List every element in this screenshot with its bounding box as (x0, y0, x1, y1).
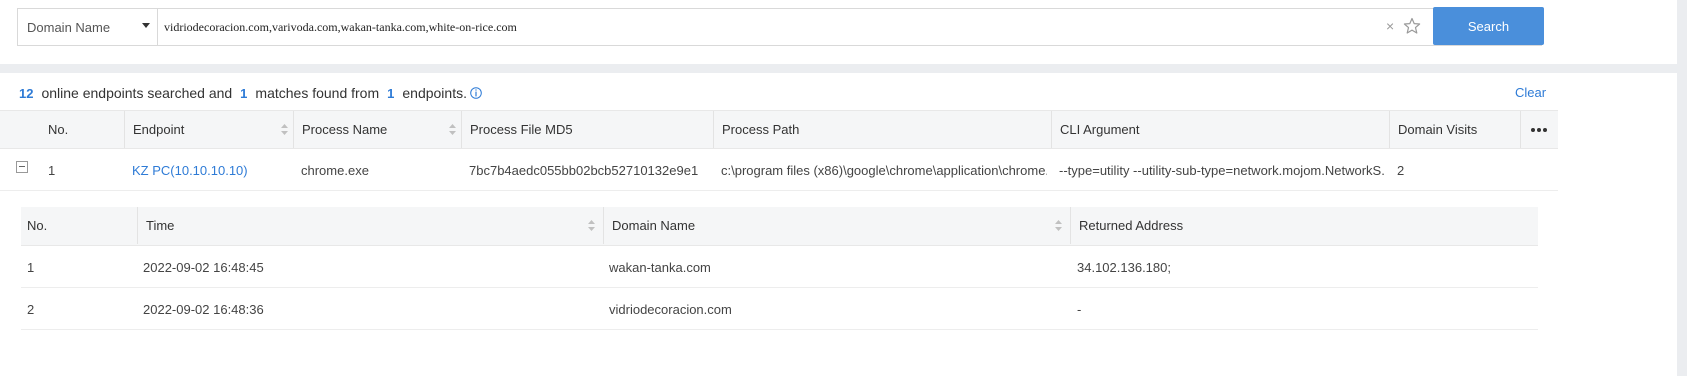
cell-returned-address: - (1077, 301, 1082, 317)
sub-header-time-label: Time (146, 218, 175, 233)
search-button[interactable]: Search (1433, 7, 1544, 45)
sub-header-returned-address: Returned Address (1070, 207, 1538, 244)
cell-process-path: c:\program files (x86)\google\chrome\app… (721, 162, 1047, 178)
sort-icon[interactable] (281, 124, 288, 135)
header-endpoint[interactable]: Endpoint (124, 111, 294, 148)
clear-link[interactable]: Clear (1515, 85, 1546, 100)
sort-icon[interactable] (1055, 220, 1062, 231)
table-header: No. Endpoint Process Name Process File M… (0, 110, 1558, 149)
matches-count: 1 (240, 85, 248, 101)
table-row[interactable]: 1 KZ PC(10.10.10.10) chrome.exe 7bc7b4ae… (0, 149, 1558, 191)
cell-domain-visits: 2 (1397, 162, 1405, 178)
results-panel: 12 online endpoints searched and 1 match… (0, 73, 1677, 376)
cell-returned-address: 34.102.136.180; (1077, 259, 1171, 275)
header-domain-visits: Domain Visits (1389, 111, 1520, 148)
header-process-name[interactable]: Process Name (293, 111, 462, 148)
header-process-name-label: Process Name (302, 122, 388, 137)
cell-no: 2 (27, 301, 35, 317)
sort-icon[interactable] (588, 220, 595, 231)
search-field-select[interactable]: Domain Name (18, 9, 158, 45)
header-endpoint-label: Endpoint (133, 122, 185, 137)
table-row[interactable]: 1 2022-09-02 16:48:45 wakan-tanka.com 34… (21, 246, 1538, 288)
cell-endpoint-link[interactable]: KZ PC(10.10.10.10) (132, 149, 248, 191)
table-row[interactable]: 2 2022-09-02 16:48:36 vidriodecoracion.c… (21, 288, 1538, 330)
cell-md5: 7bc7b4aedc055bb02bcb52710132e9e1 (469, 162, 699, 178)
cell-domain-name: wakan-tanka.com (609, 259, 711, 275)
search-field-label: Domain Name (27, 19, 111, 35)
endpoints-count: 1 (387, 85, 395, 101)
header-md5: Process File MD5 (461, 111, 713, 148)
star-icon[interactable] (1403, 17, 1421, 35)
header-cli-argument: CLI Argument (1051, 111, 1389, 148)
cell-no: 1 (48, 162, 56, 178)
cell-cli-argument: --type=utility --utility-sub-type=networ… (1059, 162, 1385, 178)
header-no: No. (48, 122, 69, 137)
sort-icon[interactable] (449, 124, 456, 135)
search-box: Domain Name × (17, 8, 1542, 46)
search-input[interactable] (164, 9, 1364, 45)
clear-icon[interactable]: × (1386, 17, 1400, 35)
sub-header-no: No. (27, 218, 48, 233)
header-process-path: Process Path (713, 111, 1051, 148)
cell-domain-name: vidriodecoracion.com (609, 301, 732, 317)
sub-table-header: No. Time Domain Name Returned Address (21, 207, 1538, 246)
cell-time: 2022-09-02 16:48:36 (143, 301, 264, 317)
caret-down-icon (142, 23, 150, 28)
cell-process-name: chrome.exe (301, 162, 369, 178)
sub-header-time[interactable]: Time (137, 207, 604, 244)
summary-text-3: endpoints. (402, 85, 467, 101)
summary-text-2: matches found from (255, 85, 380, 101)
domain-visits-table: No. Time Domain Name Returned Address 1 … (21, 207, 1538, 330)
cell-time: 2022-09-02 16:48:45 (143, 259, 264, 275)
minus-square-icon[interactable] (16, 161, 28, 173)
cell-no: 1 (27, 259, 35, 275)
search-panel: Domain Name × Search (0, 0, 1677, 64)
endpoints-table: No. Endpoint Process Name Process File M… (0, 110, 1558, 191)
more-horizontal-icon[interactable] (1530, 127, 1548, 133)
sub-header-domain-name-label: Domain Name (612, 218, 696, 233)
summary-text-1: online endpoints searched and (41, 85, 233, 101)
info-circle-icon[interactable] (470, 87, 482, 99)
endpoints-searched-count: 12 (19, 85, 34, 101)
sub-header-domain-name[interactable]: Domain Name (603, 207, 1070, 244)
results-summary: 12 online endpoints searched and 1 match… (19, 83, 482, 103)
